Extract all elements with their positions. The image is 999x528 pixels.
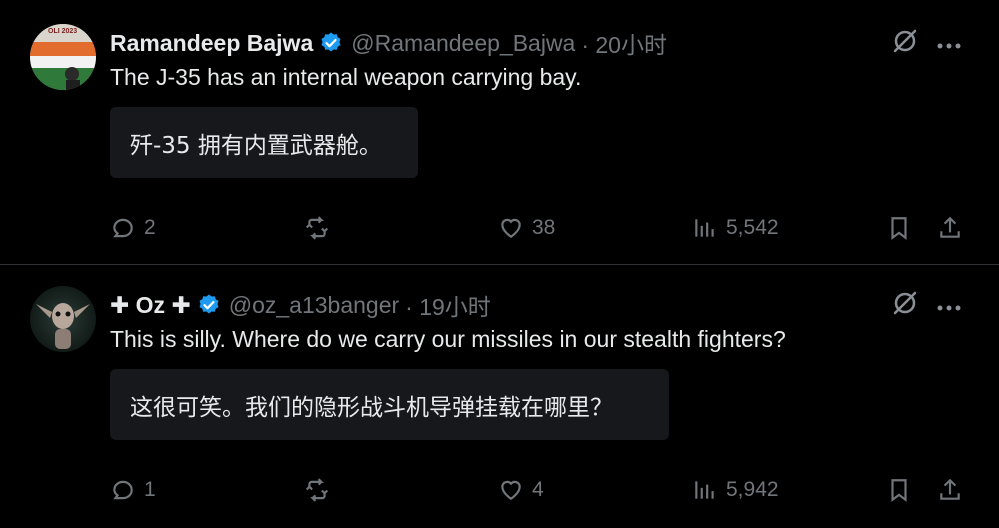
like-icon xyxy=(501,218,521,238)
share-button[interactable] xyxy=(937,477,963,503)
views-button[interactable]: 5,542 xyxy=(692,215,779,241)
verified-badge-icon xyxy=(321,32,341,52)
divider xyxy=(0,264,999,265)
avatar-oz[interactable] xyxy=(30,286,96,352)
translation-box: 这很可笑。我们的隐形战斗机导弹挂载在哪里？ xyxy=(110,369,669,440)
avatar-logo-text: OLI 2023 xyxy=(48,28,78,35)
reply-icon xyxy=(113,480,133,500)
share-icon xyxy=(940,216,960,238)
tweet-text: This is silly. Where do we carry our mis… xyxy=(110,326,786,352)
share-icon xyxy=(940,478,960,500)
timestamp[interactable]: · 20小时 xyxy=(581,26,667,60)
tweet-1-header: Ramandeep Bajwa @Ramandeep_Bajwa · 20小时 xyxy=(110,26,667,60)
like-count: 4 xyxy=(532,478,544,501)
translation-text: 歼-35 拥有内置武器舱。 xyxy=(130,132,382,159)
retweet-icon xyxy=(305,216,329,240)
reply-count: 1 xyxy=(144,478,156,501)
timestamp[interactable]: · 19小时 xyxy=(405,288,491,322)
grok-icon[interactable] xyxy=(891,27,919,60)
tweet-2-header: ✚ Oz ✚ @oz_a13banger · 19小时 xyxy=(110,288,491,322)
grok-icon[interactable] xyxy=(891,289,919,322)
reply-button[interactable]: 1 xyxy=(110,477,156,503)
avatar-ramandeep[interactable]: OLI 2023 xyxy=(30,24,96,90)
reply-icon xyxy=(113,218,133,238)
bookmark-icon xyxy=(891,217,907,240)
views-icon xyxy=(695,481,714,499)
reply-count: 2 xyxy=(144,216,156,239)
more-icon[interactable] xyxy=(936,37,962,55)
views-count: 5,942 xyxy=(726,478,779,501)
like-count: 38 xyxy=(532,216,556,239)
bookmark-icon xyxy=(891,479,907,502)
share-button[interactable] xyxy=(937,215,963,241)
more-icon[interactable] xyxy=(936,299,962,317)
bookmark-button[interactable] xyxy=(886,215,912,241)
handle[interactable]: @oz_a13banger xyxy=(229,292,399,319)
handle[interactable]: @Ramandeep_Bajwa xyxy=(351,30,575,57)
views-count: 5,542 xyxy=(726,216,779,239)
views-icon xyxy=(695,219,714,237)
reply-button[interactable]: 2 xyxy=(110,215,156,241)
retweet-button[interactable] xyxy=(304,477,338,503)
views-button[interactable]: 5,942 xyxy=(692,477,779,503)
translation-box: 歼-35 拥有内置武器舱。 xyxy=(110,107,418,178)
retweet-button[interactable] xyxy=(304,215,338,241)
retweet-icon xyxy=(305,478,329,502)
like-button[interactable]: 4 xyxy=(498,477,544,503)
display-name[interactable]: ✚ Oz ✚ xyxy=(110,292,191,319)
verified-badge-icon xyxy=(199,294,219,314)
tweet-text: The J-35 has an internal weapon carrying… xyxy=(110,64,582,90)
bookmark-button[interactable] xyxy=(886,477,912,503)
like-icon xyxy=(501,480,521,500)
like-button[interactable]: 38 xyxy=(498,215,555,241)
display-name[interactable]: Ramandeep Bajwa xyxy=(110,30,313,57)
translation-text: 这很可笑。我们的隐形战斗机导弹挂载在哪里？ xyxy=(130,394,613,421)
